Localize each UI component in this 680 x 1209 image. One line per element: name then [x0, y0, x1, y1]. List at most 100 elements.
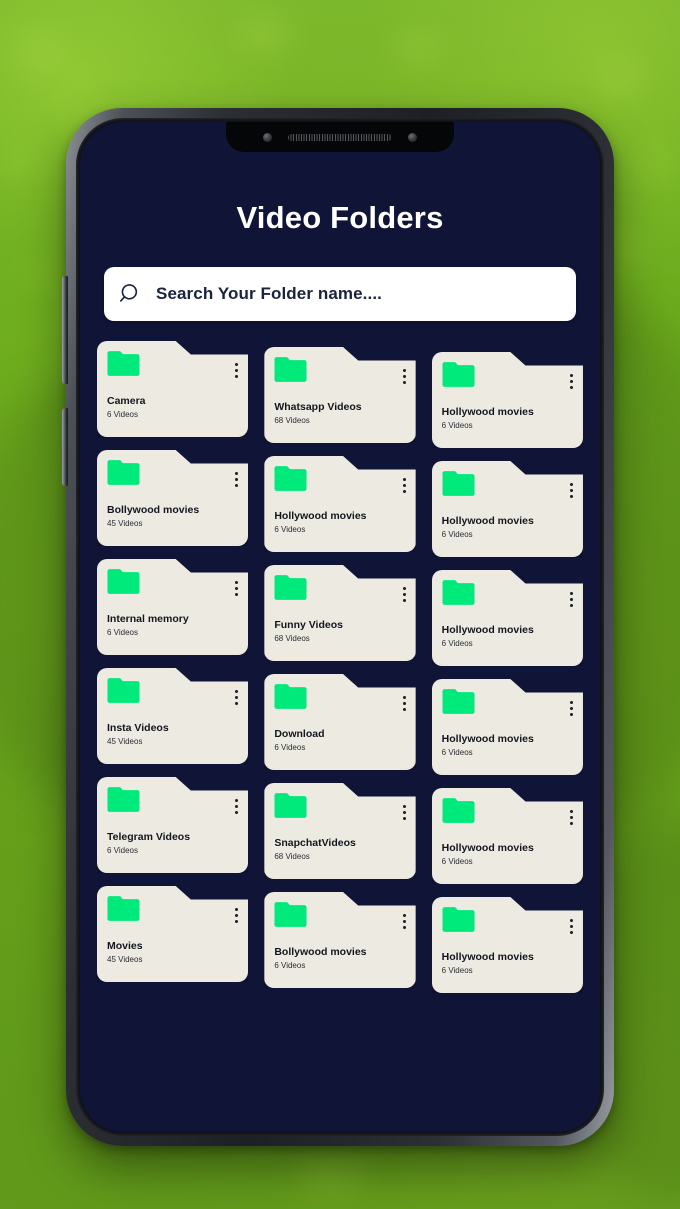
three-dot-menu-icon[interactable]: [569, 701, 573, 716]
folder-card[interactable]: Camera 6 Videos: [97, 341, 249, 437]
folder-card[interactable]: Bollywood movies 45 Videos: [97, 450, 249, 546]
volume-rocker-button[interactable]: [62, 276, 68, 384]
folder-video-count: 6 Videos: [441, 966, 473, 976]
folder-name: Movies: [107, 940, 143, 952]
folder-video-count: 45 Videos: [107, 519, 143, 529]
folder-icon: [442, 689, 475, 714]
folder-icon: [274, 357, 307, 382]
three-dot-menu-icon[interactable]: [569, 374, 573, 389]
folder-name: Funny Videos: [274, 619, 343, 631]
folder-card[interactable]: Hollywood movies 6 Videos: [431, 897, 583, 993]
folder-icon: [442, 471, 475, 496]
search-input[interactable]: Search Your Folder name....: [104, 267, 576, 321]
folder-icon: [274, 466, 307, 491]
folder-card[interactable]: Bollywood movies 6 Videos: [264, 892, 416, 988]
folder-card[interactable]: SnapchatVideos 68 Videos: [264, 783, 416, 879]
folder-card-text: Camera 6 Videos: [107, 396, 240, 420]
folder-video-count: 68 Videos: [274, 852, 310, 862]
folder-card-text: Whatsapp Videos 68 Videos: [274, 402, 407, 426]
folder-icon: [442, 907, 475, 932]
three-dot-menu-icon[interactable]: [402, 478, 406, 493]
camera-dot-icon: [408, 132, 417, 142]
folder-name: Hollywood movies: [441, 733, 534, 745]
folder-video-count: 45 Videos: [107, 955, 143, 965]
folder-video-count: 6 Videos: [107, 846, 138, 856]
three-dot-menu-icon[interactable]: [235, 363, 239, 378]
folder-card[interactable]: Whatsapp Videos 68 Videos: [264, 347, 416, 443]
three-dot-menu-icon[interactable]: [235, 690, 239, 705]
folder-name: Hollywood movies: [441, 515, 534, 527]
folder-card[interactable]: Hollywood movies 6 Videos: [431, 679, 583, 775]
search-icon: [120, 284, 138, 302]
folder-card-text: Hollywood movies 6 Videos: [442, 407, 575, 431]
camera-dot-icon: [263, 132, 272, 142]
folder-card-text: Hollywood movies 6 Videos: [442, 625, 575, 649]
folder-card-text: Bollywood movies 45 Videos: [107, 505, 240, 529]
screenshot-stage: Video Folders Search Your Folder name...…: [0, 0, 680, 1209]
folder-icon: [274, 575, 307, 600]
folder-card[interactable]: Hollywood movies 6 Videos: [431, 352, 583, 448]
folder-card-text: Hollywood movies 6 Videos: [442, 952, 575, 976]
folder-icon: [274, 793, 307, 818]
folder-icon: [107, 460, 140, 485]
three-dot-menu-icon[interactable]: [235, 472, 239, 487]
folder-name: Hollywood movies: [441, 951, 534, 963]
folder-name: Hollywood movies: [274, 510, 367, 522]
folder-icon: [107, 569, 140, 594]
folder-name: SnapchatVideos: [274, 837, 356, 849]
search-placeholder: Search Your Folder name....: [156, 284, 382, 303]
folder-icon: [107, 787, 140, 812]
three-dot-menu-icon[interactable]: [402, 587, 406, 602]
folder-card[interactable]: Movies 45 Videos: [97, 886, 249, 982]
three-dot-menu-icon[interactable]: [235, 908, 239, 923]
folder-card-text: Funny Videos 68 Videos: [274, 620, 407, 644]
folder-card-text: Hollywood movies 6 Videos: [442, 734, 575, 758]
folder-card-text: Download 6 Videos: [274, 729, 407, 753]
folder-card[interactable]: Insta Videos 45 Videos: [97, 668, 249, 764]
three-dot-menu-icon[interactable]: [569, 810, 573, 825]
folder-card[interactable]: Internal memory 6 Videos: [97, 559, 249, 655]
three-dot-menu-icon[interactable]: [235, 799, 239, 814]
folder-icon: [107, 351, 140, 376]
folder-card[interactable]: Hollywood movies 6 Videos: [431, 570, 583, 666]
folder-card-text: Insta Videos 45 Videos: [107, 723, 240, 747]
folder-card[interactable]: Download 6 Videos: [264, 674, 416, 770]
speaker-grille-icon: [288, 133, 392, 141]
folder-card[interactable]: Hollywood movies 6 Videos: [431, 788, 583, 884]
folder-card[interactable]: Funny Videos 68 Videos: [264, 565, 416, 661]
folder-card-text: Internal memory 6 Videos: [107, 614, 240, 638]
power-button[interactable]: [62, 408, 68, 486]
three-dot-menu-icon[interactable]: [402, 696, 406, 711]
app-content: Video Folders Search Your Folder name...…: [80, 122, 600, 1132]
folder-card-text: Hollywood movies 6 Videos: [442, 843, 575, 867]
three-dot-menu-icon[interactable]: [235, 581, 239, 596]
folder-card[interactable]: Hollywood movies 6 Videos: [264, 456, 416, 552]
folder-card[interactable]: Hollywood movies 6 Videos: [431, 461, 583, 557]
three-dot-menu-icon[interactable]: [569, 919, 573, 934]
three-dot-menu-icon[interactable]: [402, 914, 406, 929]
folder-icon: [442, 362, 475, 387]
phone-notch: [226, 122, 454, 152]
folder-card-text: Bollywood movies 6 Videos: [274, 947, 407, 971]
folder-name: Hollywood movies: [441, 624, 534, 636]
folder-video-count: 6 Videos: [441, 639, 473, 649]
folder-video-count: 6 Videos: [107, 410, 138, 420]
folder-card-text: Movies 45 Videos: [107, 941, 240, 965]
folder-video-count: 45 Videos: [107, 737, 143, 747]
folder-icon: [274, 902, 307, 927]
folder-icon: [107, 678, 140, 703]
folder-video-count: 68 Videos: [274, 634, 310, 644]
folder-name: Insta Videos: [107, 722, 169, 734]
three-dot-menu-icon[interactable]: [402, 369, 406, 384]
phone-screen: Video Folders Search Your Folder name...…: [80, 122, 600, 1132]
folder-video-count: 6 Videos: [107, 628, 138, 638]
three-dot-menu-icon[interactable]: [569, 592, 573, 607]
folder-card-text: SnapchatVideos 68 Videos: [274, 838, 407, 862]
folder-video-count: 6 Videos: [274, 525, 306, 535]
folder-name: Whatsapp Videos: [274, 401, 362, 413]
folder-icon: [107, 896, 140, 921]
three-dot-menu-icon[interactable]: [402, 805, 406, 820]
folder-card[interactable]: Telegram Videos 6 Videos: [97, 777, 249, 873]
folder-video-count: 6 Videos: [274, 961, 306, 971]
three-dot-menu-icon[interactable]: [569, 483, 573, 498]
